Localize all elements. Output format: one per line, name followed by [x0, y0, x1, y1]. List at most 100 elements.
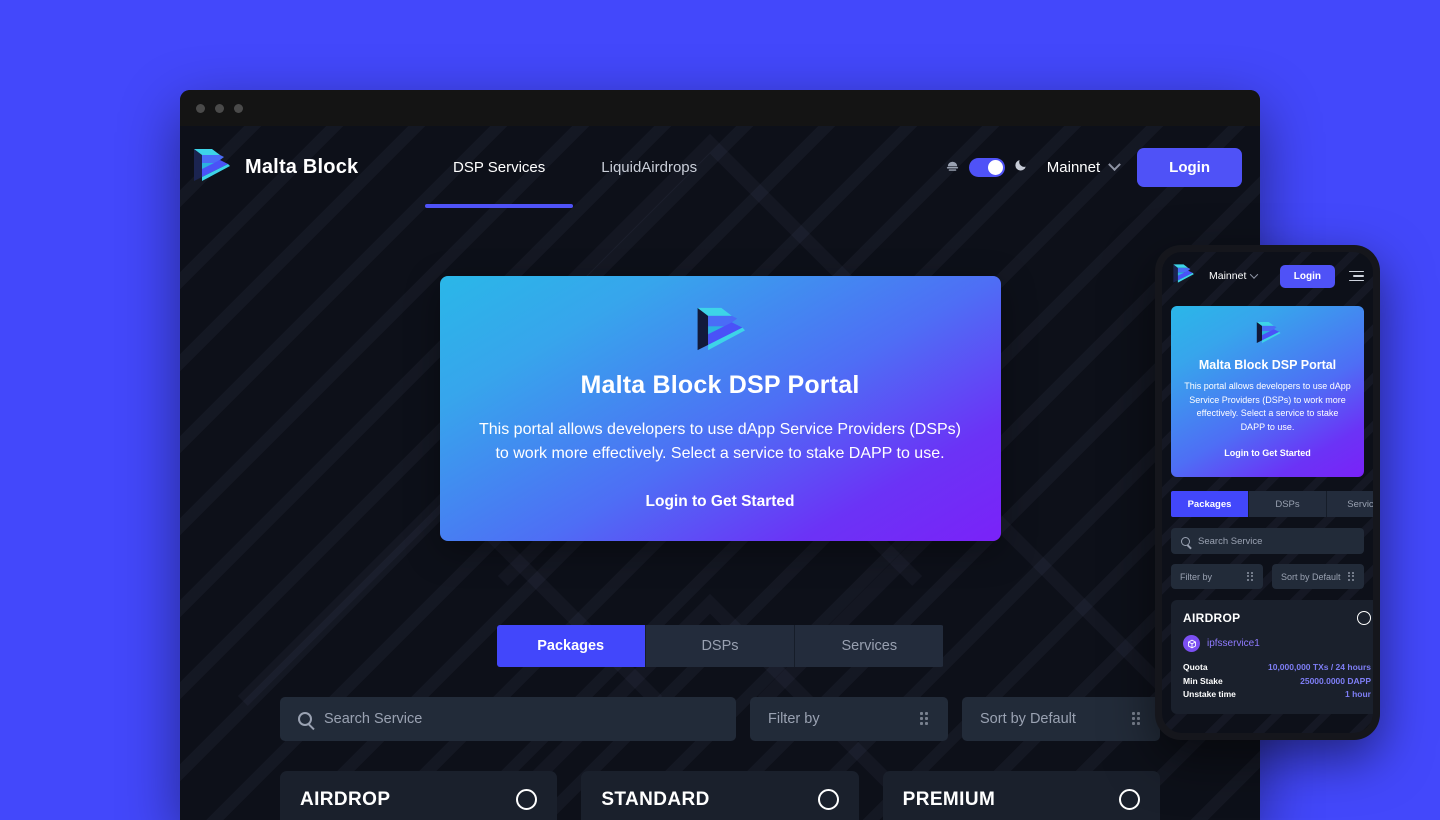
radio-unchecked-icon[interactable] [817, 789, 839, 811]
filter-by-dropdown[interactable]: Filter by [750, 696, 948, 741]
nav-label: DSP Services [453, 158, 546, 176]
package-title: STANDARD [601, 788, 710, 810]
hero-title: Malta Block DSP Portal [580, 371, 860, 399]
window-minimize-button[interactable] [215, 103, 224, 113]
package-title: PREMIUM [902, 788, 996, 810]
login-button[interactable]: Login [1137, 147, 1242, 187]
network-label: Mainnet [1046, 158, 1101, 176]
mobile-hero-logo [1184, 318, 1351, 352]
mobile-package-card[interactable]: AIRDROP ipfsservice1 Quota 10,000,000 TX… [1171, 600, 1373, 714]
mobile-login-button[interactable]: Login [1279, 264, 1335, 288]
mobile-hero-cta-link[interactable]: Login to Get Started [1224, 448, 1311, 458]
package-card[interactable]: PREMIUM ipfsservice1 Quota 5,000,000 TXs… [882, 770, 1160, 820]
filter-by-label: Filter by [768, 710, 820, 727]
sun-icon [945, 157, 960, 177]
window-maximize-button[interactable] [234, 103, 243, 113]
hero-cta-link[interactable]: Login to Get Started [646, 493, 795, 511]
hero-logo [474, 300, 967, 363]
min-stake-value: 25000.0000 DAPP [1300, 675, 1371, 686]
window-close-button[interactable] [196, 103, 205, 113]
radio-unchecked-icon[interactable] [1118, 789, 1140, 811]
package-card[interactable]: STANDARD ipfsservice1 Quota 1,000,000 TX… [581, 770, 859, 820]
malta-block-logo-icon [1171, 261, 1195, 291]
mobile-search-input[interactable] [1198, 535, 1354, 547]
package-card-header: STANDARD [601, 788, 839, 811]
grip-dots-icon [1132, 711, 1142, 726]
main-nav: DSP Services LiquidAirdrops [425, 126, 725, 208]
filter-bar: Filter by Sort by Default [280, 696, 1160, 741]
mobile-tab-packages[interactable]: Packages [1171, 491, 1249, 517]
provider-name: ipfsservice1 [1207, 638, 1260, 649]
mobile-filter-by-dropdown[interactable]: Filter by [1171, 564, 1263, 589]
mobile-package-provider: ipfsservice1 [1183, 635, 1371, 652]
mobile-device-mockup: Mainnet Login Malta Block DSP Portal Thi… [1155, 245, 1380, 740]
search-icon [1181, 536, 1190, 546]
mobile-hero-description: This portal allows developers to use dAp… [1184, 381, 1351, 432]
package-card[interactable]: AIRDROP ipfsservice1 Quota 10,000,000 TX… [280, 770, 558, 820]
tab-packages[interactable]: Packages [496, 624, 646, 667]
search-service-box[interactable] [280, 696, 736, 741]
search-input[interactable] [324, 710, 718, 727]
mobile-filter-row: Filter by Sort by Default [1171, 564, 1364, 589]
hero-description: This portal allows developers to use dAp… [479, 421, 961, 463]
mobile-hero-title: Malta Block DSP Portal [1198, 358, 1337, 372]
radio-unchecked-icon[interactable] [1357, 611, 1371, 625]
brand-name: Malta Block [245, 155, 359, 178]
cube-icon [1183, 635, 1200, 652]
window-titlebar [180, 90, 1260, 126]
moon-icon [1014, 157, 1029, 177]
theme-toggle-group [945, 157, 1029, 177]
brand[interactable]: Malta Block [180, 143, 425, 192]
mobile-sort-by-dropdown[interactable]: Sort by Default [1272, 564, 1364, 589]
package-detail-row: Quota 10,000,000 TXs / 24 hours [1183, 661, 1371, 675]
package-card-list: AIRDROP ipfsservice1 Quota 10,000,000 TX… [280, 770, 1160, 820]
mobile-package-details: Quota 10,000,000 TXs / 24 hours Min Stak… [1183, 661, 1371, 702]
theme-switch[interactable] [968, 157, 1005, 177]
grip-dots-icon [1247, 571, 1254, 582]
package-card-header: AIRDROP [300, 789, 538, 811]
nav-item-liquidairdrops[interactable]: LiquidAirdrops [573, 126, 725, 208]
grip-dots-icon [920, 711, 930, 726]
package-title: AIRDROP [1183, 611, 1241, 625]
sort-by-label: Sort by Default [1281, 571, 1341, 582]
package-detail-row: Min Stake 25000.0000 DAPP [1183, 675, 1371, 689]
radio-unchecked-icon[interactable] [516, 789, 538, 811]
filter-by-label: Filter by [1180, 571, 1213, 582]
tab-label: DSPs [1275, 498, 1300, 510]
quota-value: 10,000,000 TXs / 24 hours [1267, 662, 1371, 672]
sort-by-dropdown[interactable]: Sort by Default [962, 696, 1160, 741]
unstake-time-label: Unstake time [1183, 689, 1236, 700]
malta-block-logo-icon [692, 300, 748, 363]
mobile-network-selector[interactable]: Mainnet [1209, 270, 1259, 282]
min-stake-label: Min Stake [1183, 675, 1223, 686]
app-header: Malta Block DSP Services LiquidAirdrops [180, 126, 1260, 208]
mobile-package-tabs: Packages DSPs Services [1171, 491, 1373, 517]
tab-label: Packages [537, 637, 605, 654]
chevron-down-icon [1250, 270, 1259, 279]
quota-label: Quota [1183, 662, 1208, 672]
mobile-header: Mainnet Login [1171, 260, 1364, 292]
unstake-time-value: 1 hour [1345, 689, 1371, 700]
mobile-package-card-header: AIRDROP [1183, 611, 1371, 625]
mobile-hero-card: Malta Block DSP Portal This portal allow… [1171, 306, 1364, 477]
package-card-header: PREMIUM [903, 789, 1140, 811]
mobile-search-box[interactable] [1171, 528, 1364, 554]
desktop-browser-window: Malta Block DSP Services LiquidAirdrops [180, 90, 1260, 820]
search-icon [298, 711, 312, 726]
tab-label: Services [1347, 498, 1373, 510]
mobile-tab-services[interactable]: Services [1327, 491, 1373, 517]
tab-dsps[interactable]: DSPs [645, 624, 796, 667]
nav-item-dsp-services[interactable]: DSP Services [425, 126, 574, 208]
header-actions: Mainnet Login [945, 147, 1242, 187]
mobile-tab-dsps[interactable]: DSPs [1249, 491, 1327, 517]
tab-services[interactable]: Services [795, 624, 944, 667]
hamburger-menu-icon[interactable] [1349, 270, 1364, 282]
hero-card: Malta Block DSP Portal This portal allow… [439, 276, 1001, 541]
tab-label: DSPs [701, 637, 739, 654]
mobile-network-label: Mainnet [1209, 270, 1247, 282]
tab-label: Packages [1187, 498, 1232, 510]
mobile-content: Mainnet Login Malta Block DSP Portal Thi… [1162, 252, 1373, 722]
tab-label: Services [841, 637, 898, 654]
network-selector[interactable]: Mainnet [1043, 153, 1123, 182]
chevron-down-icon [1108, 157, 1122, 171]
